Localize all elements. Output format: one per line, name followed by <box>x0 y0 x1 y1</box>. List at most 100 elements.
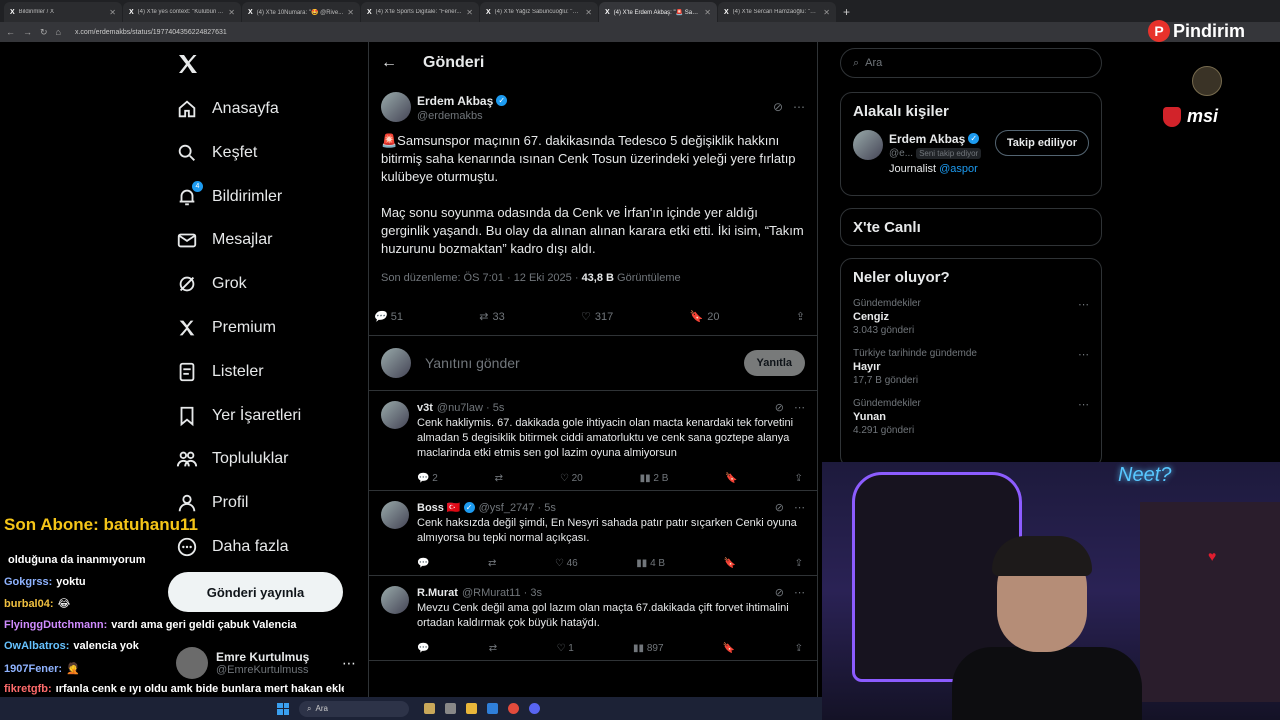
back-arrow-icon[interactable]: ← <box>6 27 15 37</box>
more-horizontal-icon[interactable]: ⋯ <box>794 401 805 414</box>
browser-tab[interactable]: X (4) X'te Sercan Hamzaoğlu: "Cr... ✕ <box>718 2 836 22</box>
close-icon[interactable]: ✕ <box>466 8 473 17</box>
trend-item[interactable]: Gündemdekiler Cengiz 3.043 gönderi ⋯ <box>853 298 1089 336</box>
reply-author-name[interactable]: v3t <box>417 402 433 414</box>
taskbar-search[interactable]: ⌕ Ara <box>299 700 409 717</box>
grok-icon[interactable]: ⊘ <box>775 501 784 514</box>
retweet-action[interactable]: ⇄ <box>489 643 497 654</box>
reply-tweet[interactable]: R.Murat @RMurat11 · 3s ⊘ ⋯ Mevzu Cenk değil … <box>369 576 817 661</box>
forward-arrow-icon[interactable]: → <box>23 27 32 37</box>
bookmark-action[interactable]: 🔖 <box>725 473 737 484</box>
reply-input[interactable]: Yanıtını gönder <box>425 355 744 371</box>
sidebar-item-bell[interactable]: 4 Bildirimler <box>176 180 282 212</box>
following-button[interactable]: Takip ediliyor <box>994 130 1089 156</box>
retweet-action[interactable]: ⇄ <box>495 473 503 484</box>
close-icon[interactable]: ✕ <box>109 8 116 17</box>
sidebar-item-profile[interactable]: Profil <box>176 488 248 518</box>
grok-icon[interactable]: ⊘ <box>775 401 784 414</box>
person-name[interactable]: Erdem Akbaş <box>889 132 965 146</box>
browser-tab[interactable]: X (4) X'te Sports Digitale: "Fener... ✕ <box>361 2 479 22</box>
close-icon[interactable]: ✕ <box>347 8 354 17</box>
reply-tweet[interactable]: v3t @nu7law · 5s ⊘ ⋯ Cenk hakliymis. 67. dak… <box>369 391 817 491</box>
reply-action[interactable]: 💬 2 <box>417 473 438 484</box>
like-action[interactable]: ♡ 1 <box>556 643 573 654</box>
reply-author-handle[interactable]: @ysf_2747 · 5s <box>479 502 556 514</box>
share-action[interactable]: ⇪ <box>795 558 803 569</box>
reply-author-name[interactable]: Boss <box>417 502 444 514</box>
search-input[interactable]: ⌕ Ara <box>840 48 1102 78</box>
retweet-action[interactable]: ⇄ 33 <box>479 310 504 324</box>
avatar[interactable] <box>853 130 883 160</box>
reply-tweet[interactable]: Boss 🇹🇷 ✓ @ysf_2747 · 5s ⊘ ⋯ Cenk haksızda değ… <box>369 491 817 576</box>
reply-action[interactable]: 💬 <box>417 558 429 569</box>
close-icon[interactable]: ✕ <box>823 8 830 17</box>
share-action[interactable]: ⇪ <box>795 643 803 654</box>
browser-tab[interactable]: X (4) X'te 10Numara: "🤩 @Rive... ✕ <box>242 2 360 22</box>
sidebar-item-bookmark[interactable]: Yer İşaretleri <box>176 401 301 431</box>
task-view-icon[interactable] <box>445 703 456 714</box>
browser-tab[interactable]: X (4) X'te Erdem Akbaş: "🚨 Sams... ✕ <box>599 2 717 22</box>
edited-timestamp[interactable]: Son düzenleme: ÖS 7:01 · 12 Eki 2025 · <box>381 272 582 284</box>
new-tab-button[interactable]: + <box>837 2 856 22</box>
author-handle[interactable]: @erdemakbs <box>417 110 507 122</box>
bookmark-action[interactable]: 🔖 <box>724 558 736 569</box>
author-name[interactable]: Erdem Akbaş <box>417 94 493 108</box>
more-horizontal-icon[interactable]: ⋯ <box>793 100 805 114</box>
bookmark-action[interactable]: 🔖 20 <box>690 310 720 324</box>
reply-action[interactable]: 💬 <box>417 643 429 654</box>
close-icon[interactable]: ✕ <box>228 8 235 17</box>
views-action[interactable]: ▮▮ 4 B <box>636 558 665 569</box>
avatar[interactable] <box>381 92 411 122</box>
reply-author-handle[interactable]: @nu7law · 5s <box>437 402 504 414</box>
discord-icon[interactable] <box>529 703 540 714</box>
more-horizontal-icon[interactable]: ⋯ <box>1078 398 1089 411</box>
file-explorer-icon[interactable] <box>466 703 477 714</box>
sidebar-item-x-premium[interactable]: Premium <box>176 313 276 343</box>
browser-tab[interactable]: X (4) X'te yes context: "Kulübün ... ✕ <box>123 2 241 22</box>
avatar[interactable] <box>381 501 409 529</box>
sidebar-item-search[interactable]: Keşfet <box>176 138 257 168</box>
grok-icon[interactable]: ⊘ <box>773 100 783 114</box>
trend-item[interactable]: Gündemdekiler Yunan 4.291 gönderi ⋯ <box>853 398 1089 436</box>
share-action[interactable]: ⇪ <box>795 473 803 484</box>
more-horizontal-icon[interactable]: ⋯ <box>794 501 805 514</box>
reload-icon[interactable]: ↻ <box>40 27 48 38</box>
sidebar-item-communities[interactable]: Topluluklar <box>176 444 288 474</box>
like-action[interactable]: ♡ 317 <box>581 310 613 324</box>
browser-tab[interactable]: X Bildirimler / X ✕ <box>4 2 122 22</box>
store-icon[interactable] <box>487 703 498 714</box>
chrome-icon[interactable] <box>508 703 519 714</box>
reply-button[interactable]: Yanıtla <box>743 350 805 376</box>
person-handle[interactable]: @e... <box>889 148 913 159</box>
browser-tab[interactable]: X (4) X'te Yağız Sabuncuoğlu: "Cr... ✕ <box>480 2 598 22</box>
sidebar-item-list[interactable]: Listeler <box>176 357 264 387</box>
url-field[interactable]: x.com/erdemakbs/status/19774043562248276… <box>75 29 1274 36</box>
trend-item[interactable]: Türkiye tarihinde gündemde Hayır 17,7 B gö… <box>853 348 1089 386</box>
back-arrow-icon[interactable]: ← <box>381 54 397 72</box>
x-live-panel[interactable]: X'te Canlı <box>840 208 1102 246</box>
more-horizontal-icon[interactable]: ⋯ <box>794 586 805 599</box>
more-horizontal-icon[interactable]: ⋯ <box>1078 348 1089 361</box>
more-horizontal-icon[interactable]: ⋯ <box>1078 298 1089 311</box>
widgets-icon[interactable] <box>424 703 435 714</box>
reply-author-name[interactable]: R.Murat <box>417 587 458 599</box>
windows-start-icon[interactable] <box>277 702 289 715</box>
sidebar-item-grok[interactable]: Grok <box>176 269 247 299</box>
bio-link[interactable]: @aspor <box>939 163 978 175</box>
avatar[interactable] <box>381 586 409 614</box>
close-icon[interactable]: ✕ <box>585 8 592 17</box>
bookmark-action[interactable]: 🔖 <box>723 643 735 654</box>
like-action[interactable]: ♡ 20 <box>560 473 583 484</box>
share-action[interactable]: ⇪ <box>796 310 805 323</box>
avatar[interactable] <box>381 401 409 429</box>
reply-action[interactable]: 💬 51 <box>373 310 403 324</box>
sidebar-item-mail[interactable]: Mesajlar <box>176 225 272 255</box>
retweet-action[interactable]: ⇄ <box>488 558 496 569</box>
more-horizontal-icon[interactable]: ⋯ <box>342 655 356 672</box>
views-action[interactable]: ▮▮ 897 <box>633 643 663 654</box>
views-action[interactable]: ▮▮ 2 B <box>640 473 669 484</box>
x-logo-icon[interactable] <box>176 52 200 76</box>
sidebar-item-home[interactable]: Anasayfa <box>176 94 279 124</box>
reply-author-handle[interactable]: @RMurat11 · 3s <box>462 587 542 599</box>
grok-icon[interactable]: ⊘ <box>775 586 784 599</box>
